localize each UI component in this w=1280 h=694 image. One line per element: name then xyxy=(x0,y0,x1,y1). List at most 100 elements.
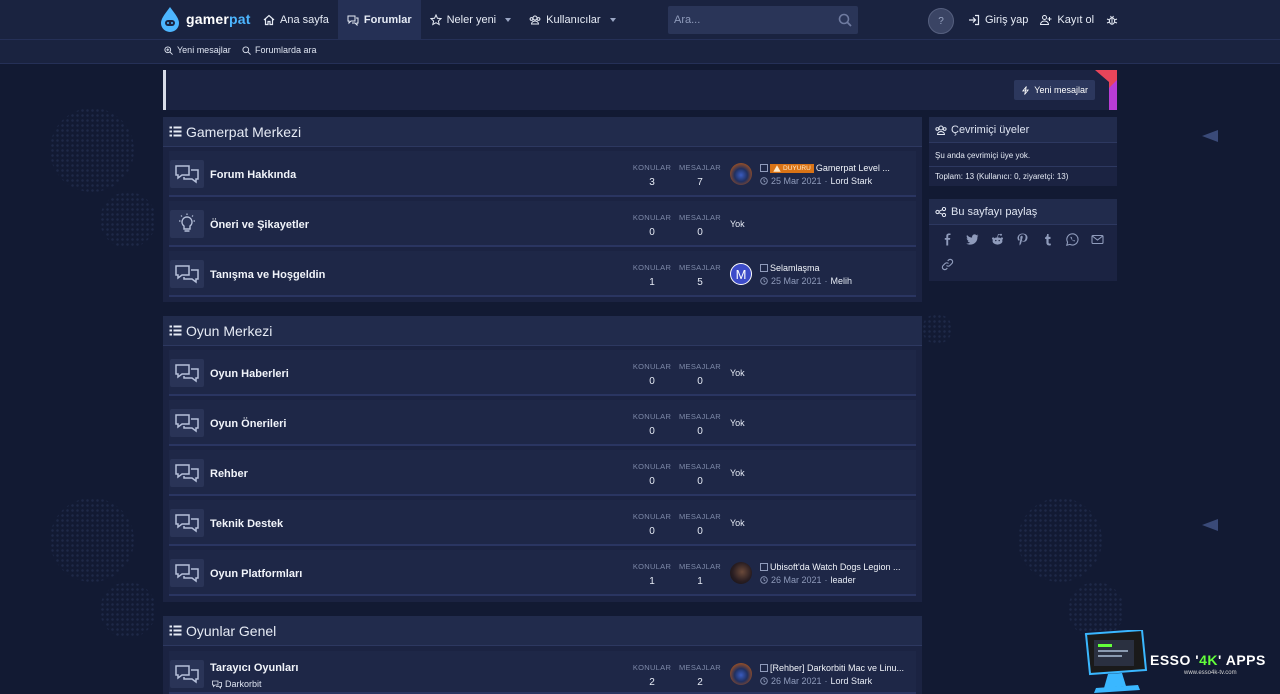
category-header[interactable]: Oyunlar Genel xyxy=(163,616,922,646)
forum-title[interactable]: Forum Hakkında xyxy=(210,169,296,181)
forum-icon xyxy=(170,210,204,238)
nav-home[interactable]: Ana sayfa xyxy=(254,0,338,40)
avatar[interactable]: M xyxy=(730,263,752,285)
nav-whats-new[interactable]: Neler yeni xyxy=(421,0,521,40)
last-post-user[interactable]: leader xyxy=(831,575,856,585)
forum-icon xyxy=(170,509,204,537)
last-post-title[interactable]: Ubisoft'da Watch Dogs Legion ... xyxy=(760,562,910,572)
avatar[interactable] xyxy=(730,663,752,685)
chevron-down-icon[interactable] xyxy=(505,18,512,22)
forum-row[interactable]: Rehber KONULAR 0 MESAJLAR 0 Yok xyxy=(169,450,916,496)
nav-members[interactable]: Kullanıcılar xyxy=(520,0,624,40)
forum-row[interactable]: Öneri ve Şikayetler KONULAR 0 MESAJLAR 0 Y… xyxy=(169,201,916,247)
forum-title[interactable]: Teknik Destek xyxy=(210,518,283,530)
nav-home-label: Ana sayfa xyxy=(280,14,329,26)
forum-title[interactable]: Öneri ve Şikayetler xyxy=(210,219,309,231)
search-icon[interactable] xyxy=(838,13,852,27)
site-logo[interactable]: gamerpat xyxy=(158,6,251,32)
facebook-icon[interactable] xyxy=(941,233,954,246)
search-box xyxy=(668,6,858,34)
category-header[interactable]: Gamerpat Merkezi xyxy=(163,117,922,147)
last-post-none: Yok xyxy=(730,219,745,229)
last-post-none: Yok xyxy=(730,418,745,428)
messages-stat: MESAJLAR 1 xyxy=(679,562,721,587)
online-members-header[interactable]: Çevrimiçi üyeler xyxy=(929,117,1117,143)
forum-row[interactable]: Oyun Önerileri KONULAR 0 MESAJLAR 0 Yok xyxy=(169,400,916,446)
link-icon[interactable] xyxy=(941,258,954,271)
nav-forums[interactable]: Forumlar xyxy=(337,0,421,40)
comments-icon xyxy=(175,414,199,433)
login-link[interactable]: Giriş yap xyxy=(962,0,1034,40)
category-gamerpat-merkezi: Gamerpat Merkezi Forum Hakkında KONULAR 3… xyxy=(163,117,922,302)
watermark: ESSO '4K' APPS www.esso4k-tv.com xyxy=(1082,630,1280,694)
search-input[interactable] xyxy=(668,14,828,26)
last-post-meta: 25 Mar 2021 · Lord Stark xyxy=(760,176,910,186)
messages-stat: MESAJLAR 0 xyxy=(679,462,721,487)
forum-row[interactable]: Tanışma ve Hoşgeldin KONULAR 1 MESAJLAR 5 … xyxy=(169,251,916,297)
list-icon xyxy=(169,625,182,636)
messages-stat: MESAJLAR 0 xyxy=(679,412,721,437)
last-post-user[interactable]: Lord Stark xyxy=(831,176,873,186)
forum-row[interactable]: Oyun Haberleri KONULAR 0 MESAJLAR 0 Yok xyxy=(169,350,916,396)
forum-title[interactable]: Rehber xyxy=(210,468,248,480)
last-post: Selamlaşma 25 Mar 2021 · Melih xyxy=(760,263,910,286)
category-title: Oyun Merkezi xyxy=(186,322,273,339)
last-post-title[interactable]: Selamlaşma xyxy=(760,263,910,273)
threads-stat: KONULAR 3 xyxy=(632,163,672,188)
category-title: Oyunlar Genel xyxy=(186,622,277,639)
comments-icon xyxy=(347,15,359,26)
subforum-link[interactable]: Darkorbit xyxy=(212,679,262,689)
online-members-block: Çevrimiçi üyeler Şu anda çevrimiçi üye y… xyxy=(929,117,1117,186)
warning-icon xyxy=(773,164,781,172)
clock-icon xyxy=(760,576,768,584)
reddit-icon[interactable] xyxy=(991,233,1004,246)
last-post-title[interactable]: DUYURU Gamerpat Level ... xyxy=(760,163,910,173)
last-post-title[interactable]: [Rehber] Darkorbiti Mac ve Linu... xyxy=(760,663,910,673)
tumblr-icon[interactable] xyxy=(1041,233,1054,246)
new-posts-link[interactable]: Yeni mesajlar xyxy=(164,45,231,55)
pinterest-icon[interactable] xyxy=(1016,233,1029,246)
category-header[interactable]: Oyun Merkezi xyxy=(163,316,922,346)
style-toggle[interactable] xyxy=(1100,0,1124,40)
last-post-user[interactable]: Melih xyxy=(831,276,853,286)
help-button[interactable]: ? xyxy=(928,8,954,34)
comments-icon xyxy=(175,514,199,533)
forum-title[interactable]: Tanışma ve Hoşgeldin xyxy=(210,269,325,281)
bg-arrow-decoration xyxy=(1202,519,1218,531)
bg-arrow-decoration xyxy=(1202,130,1218,142)
forum-title[interactable]: Tarayıcı Oyunları xyxy=(210,662,298,674)
avatar[interactable] xyxy=(730,163,752,185)
forum-icon xyxy=(170,660,204,688)
new-posts-button[interactable]: Yeni mesajlar xyxy=(1014,80,1095,100)
threads-stat: KONULAR 0 xyxy=(632,213,672,238)
forum-title[interactable]: Oyun Platformları xyxy=(210,568,302,580)
forum-row[interactable]: Forum Hakkında KONULAR 3 MESAJLAR 7 DUYURU… xyxy=(169,151,916,197)
search-icon xyxy=(242,45,251,55)
list-icon xyxy=(169,126,182,137)
forum-title[interactable]: Oyun Önerileri xyxy=(210,418,286,430)
sign-in-icon xyxy=(969,14,980,26)
last-post-user[interactable]: Lord Stark xyxy=(831,676,873,686)
search-forums-link[interactable]: Forumlarda ara xyxy=(242,45,317,55)
main-nav: Ana sayfa Forumlar Neler yeni Kullanıcıl… xyxy=(254,0,625,40)
forum-icon xyxy=(170,359,204,387)
comments-icon xyxy=(175,665,199,684)
forum-title[interactable]: Oyun Haberleri xyxy=(210,368,289,380)
forum-icon xyxy=(170,559,204,587)
forum-row[interactable]: Tarayıcı Oyunları Darkorbit KONULAR 2 MES… xyxy=(169,651,916,694)
login-label: Giriş yap xyxy=(985,14,1029,26)
chevron-down-icon[interactable] xyxy=(609,18,616,22)
messages-stat: MESAJLAR 7 xyxy=(679,163,721,188)
announcement-badge: DUYURU xyxy=(770,163,814,173)
email-icon[interactable] xyxy=(1091,233,1104,246)
forum-row[interactable]: Oyun Platformları KONULAR 1 MESAJLAR 1 Ubi… xyxy=(169,550,916,596)
whatsapp-icon[interactable] xyxy=(1066,233,1079,246)
bg-decoration xyxy=(922,314,952,344)
register-link[interactable]: Kayıt ol xyxy=(1034,0,1100,40)
comments-icon xyxy=(175,265,199,284)
comments-icon xyxy=(175,165,199,184)
checkbox-icon xyxy=(760,563,768,571)
forum-row[interactable]: Teknik Destek KONULAR 0 MESAJLAR 0 Yok xyxy=(169,500,916,546)
avatar[interactable] xyxy=(730,562,752,584)
twitter-icon[interactable] xyxy=(966,233,979,246)
